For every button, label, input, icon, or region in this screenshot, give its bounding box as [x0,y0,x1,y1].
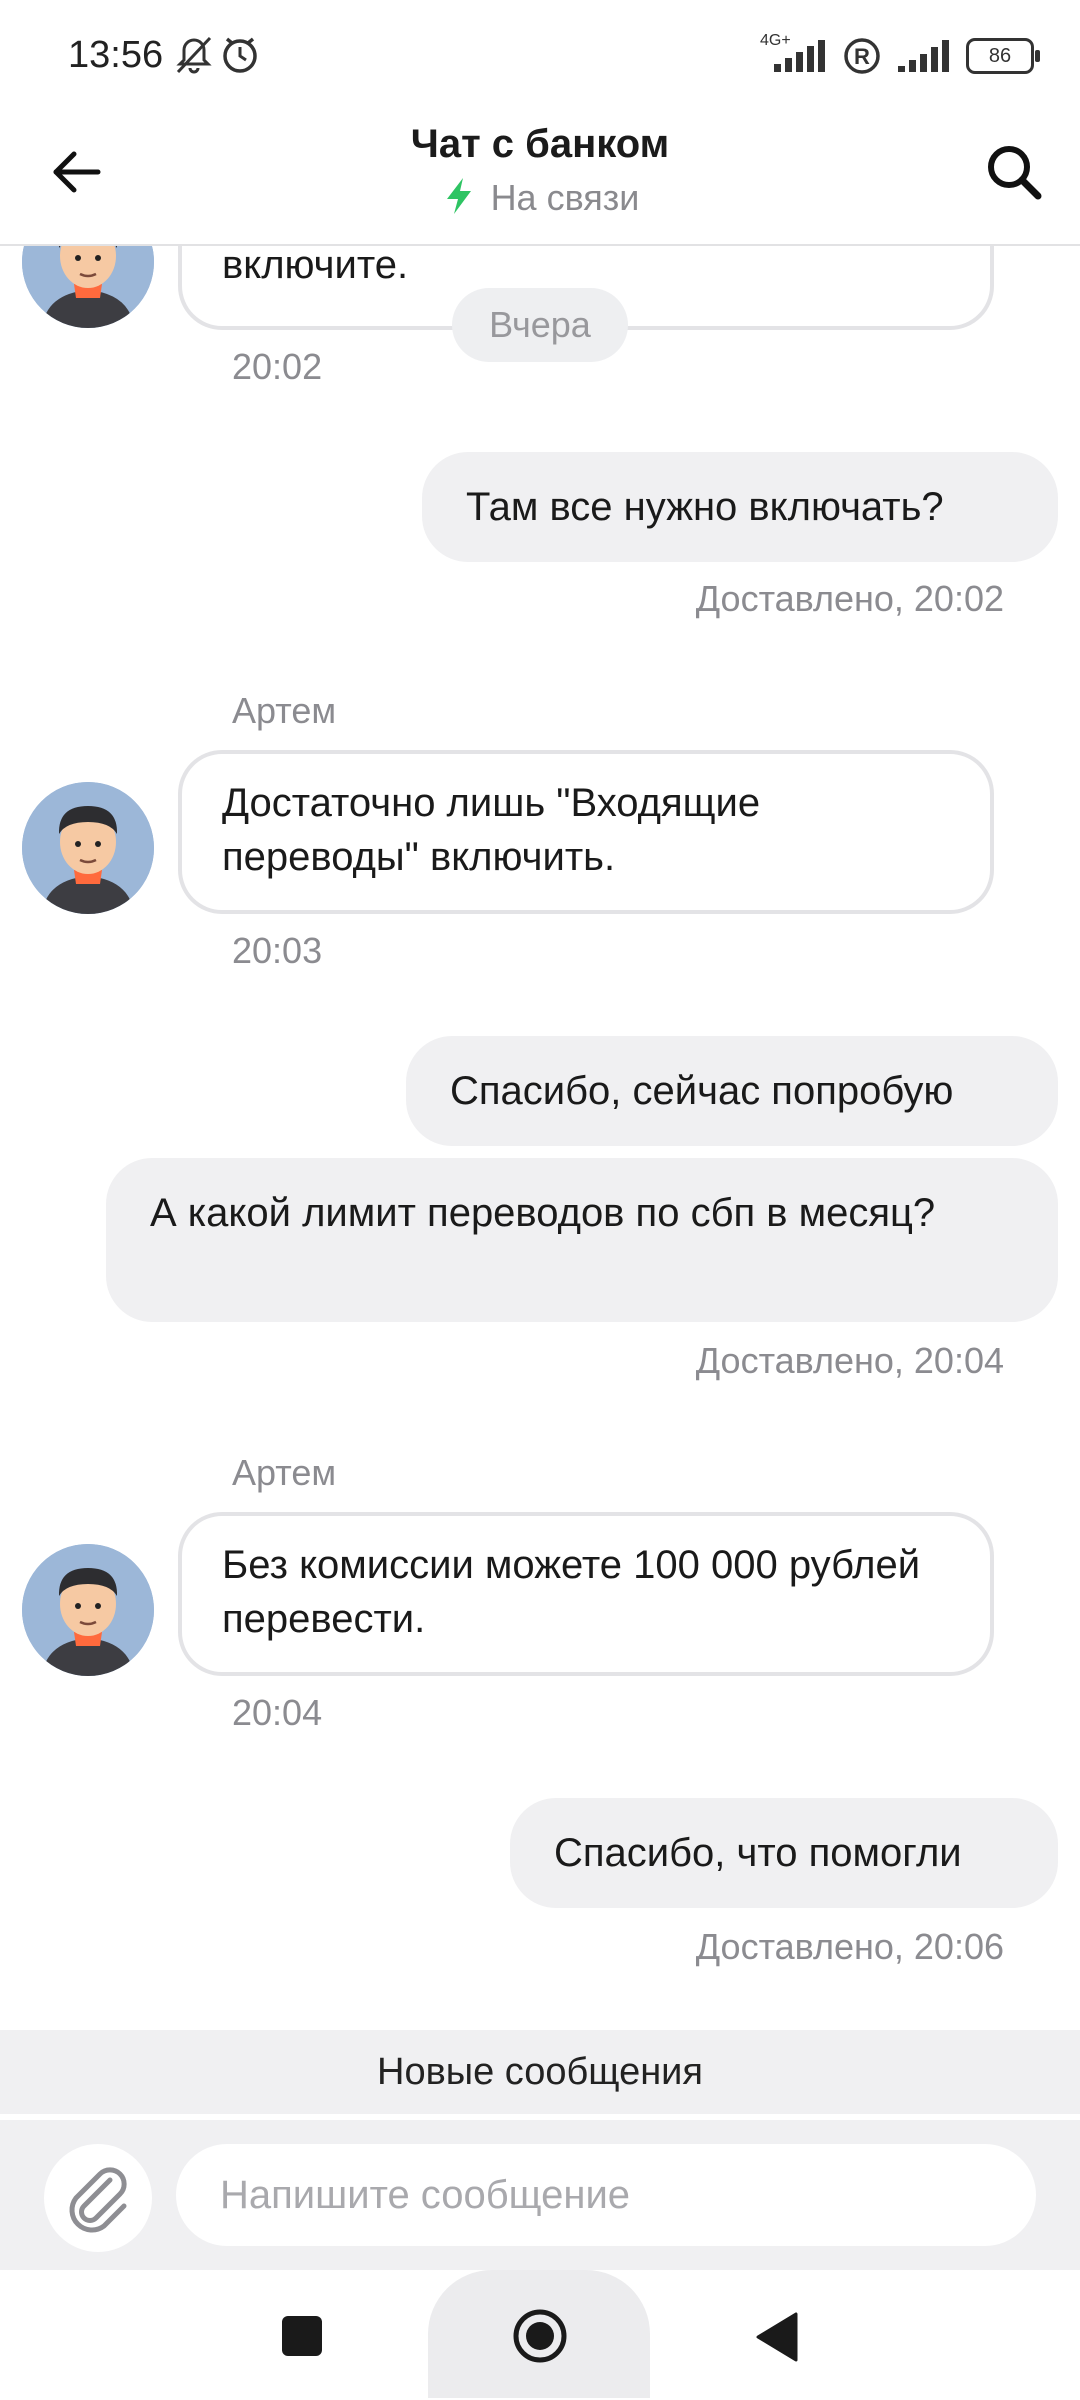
triangle-back-icon [756,2312,798,2362]
date-chip: Вчера [452,288,628,362]
message-text: включите. [222,243,409,287]
status-bar: 13:56 4G+ R 86 [0,0,1080,110]
message-text: Спасибо, что помогли [554,1831,962,1875]
message-status: Доставлено, 20:06 [695,1926,1004,1967]
message-status: Доставлено, 20:02 [695,578,1004,619]
message-text: Там все нужно включать? [466,485,944,529]
message-time: 20:03 [232,930,323,971]
avatar-image [22,1544,154,1676]
message-bubble-outgoing: А какой лимит переводов по сбп в месяц? [106,1158,1058,1322]
message-bubble-outgoing: Спасибо, сейчас попробую [406,1036,1058,1146]
circle-icon [513,2309,567,2363]
message-bubble-outgoing: Спасибо, что помогли [510,1798,1058,1908]
avatar-image [22,782,154,914]
search-icon [988,146,1042,200]
status-notification-icons [172,34,262,83]
message-text: Без комиссии можете 100 000 рублей перев… [222,1543,921,1641]
nav-back-button[interactable] [756,2312,798,2367]
message-time: 20:04 [232,1692,323,1733]
nav-home-button[interactable] [512,2308,568,2369]
battery-icon: 86 [966,38,1040,74]
agent-avatar [22,1544,154,1676]
message-text: Достаточно лишь "Входящие переводы" вклю… [222,781,761,879]
signal-icon [898,40,949,72]
online-status: На связи [0,176,1080,219]
message-bubble-outgoing: Там все нужно включать? [422,452,1058,562]
status-right: 4G+ R 86 [760,32,1040,76]
square-icon [282,2316,322,2356]
attach-button[interactable] [44,2144,152,2252]
message-text: А какой лимит переводов по сбп в месяц? [150,1191,936,1235]
page-title: Чат с банком [410,122,670,166]
message-bubble-incoming: Достаточно лишь "Входящие переводы" вклю… [178,750,994,914]
message-composer [0,2120,1080,2270]
signal-4g-icon: 4G+ [760,32,828,76]
paperclip-icon [69,2167,127,2233]
sender-name: Артем [232,1452,337,1493]
message-text: Спасибо, сейчас попробую [450,1069,954,1113]
nav-recents-button[interactable] [282,2316,322,2361]
roaming-icon: R [844,38,880,74]
battery-level: 86 [988,45,1012,67]
agent-avatar [22,782,154,914]
status-time: 13:56 [68,34,164,76]
svg-text:R: R [854,44,870,69]
new-messages-button[interactable]: Новые сообщения [0,2030,1080,2114]
bell-off-icon [176,36,257,74]
message-time: 20:02 [232,346,323,387]
chat-header: Чат с банком На связи [0,110,1080,246]
search-button[interactable] [980,138,1050,208]
sender-name: Артем [232,690,337,731]
online-status-text: На связи [490,177,640,218]
message-status: Доставлено, 20:04 [695,1340,1004,1381]
navigation-bar [0,2270,1080,2400]
message-bubble-incoming: Без комиссии можете 100 000 рублей перев… [178,1512,994,1676]
message-input[interactable] [176,2144,1036,2246]
lightning-icon [446,178,471,214]
